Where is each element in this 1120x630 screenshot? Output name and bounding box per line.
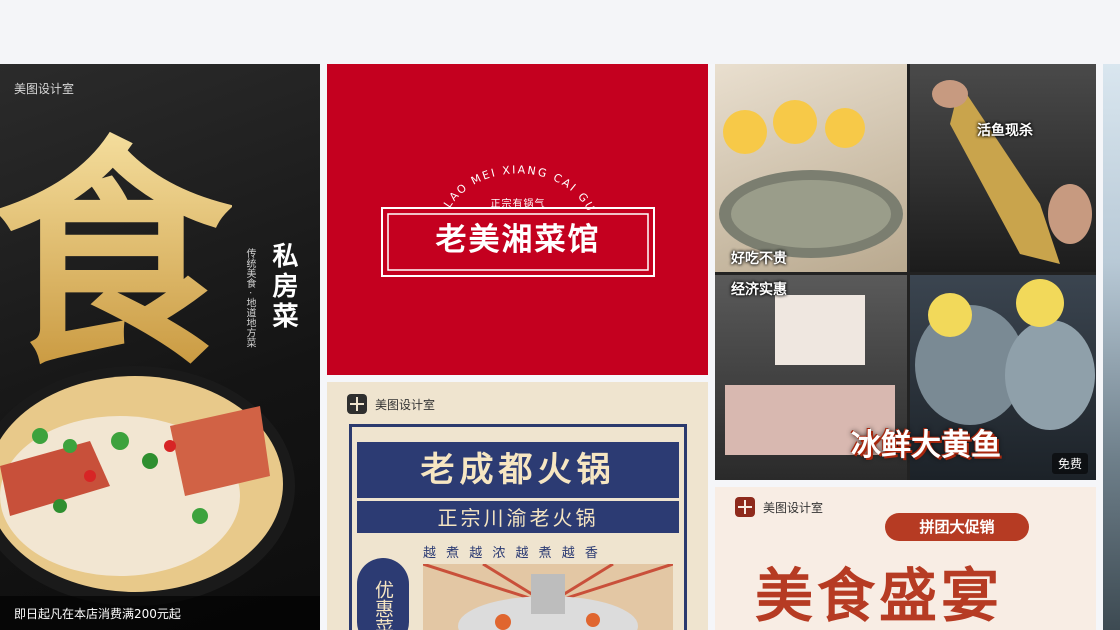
template-card-partial[interactable] [1103, 64, 1120, 630]
template-card-yellow-croaker[interactable]: 活鱼现杀 好吃不贵 经济实惠 冰鲜大黄鱼 免费 [715, 64, 1096, 480]
discount-oval: 优惠菜 [357, 558, 409, 630]
tag-economical: 经济实惠 [731, 282, 787, 298]
logo-subtitle: 正宗有锅气 [490, 199, 546, 210]
studio-row: 美图设计室 [347, 394, 435, 414]
free-badge: 免费 [1051, 453, 1088, 474]
studio-label: 美图设计室 [375, 397, 436, 412]
fish-bowl-image [0, 366, 295, 606]
hotpot-title: 老成都火锅 [357, 442, 679, 498]
tag-tasty-cheap: 好吃不贵 [731, 251, 787, 267]
vertical-slogan: 传统美食 · 地道地方菜 [244, 248, 255, 348]
fish-board-image [715, 64, 907, 272]
studio-logo-icon [735, 497, 755, 517]
restaurant-name: 老美湘菜馆 [435, 222, 601, 258]
svg-text:LAO MEI XIANG CAI GUAN: LAO MEI XIANG CAI GUAN [327, 64, 598, 215]
template-card-chengdu-hotpot[interactable]: 美图设计室 老成都火锅 正宗川渝老火锅 越 煮 越 浓 越 煮 越 香 优惠菜 [327, 382, 708, 630]
template-card-hunan-restaurant-logo[interactable]: LAO MEI XIANG CAI GUAN 正宗有锅气 老美湘菜馆 [327, 64, 708, 375]
studio-logo-icon [347, 394, 367, 414]
hotpot-phrase: 越 煮 越 浓 越 煮 越 香 [423, 546, 601, 561]
feast-title: 美食盛宴 [755, 562, 1004, 630]
hotpot-image [423, 564, 673, 630]
big-food-character: 食 [0, 115, 232, 390]
tag-fresh-kill: 活鱼现杀 [977, 123, 1033, 139]
top-bar [0, 0, 1120, 64]
promo-bottom-bar: 即日起凡在本店消费满200元起 [0, 596, 320, 630]
fish-hand-image [910, 64, 1096, 272]
yellow-croaker-title: 冰鲜大黄鱼 [851, 428, 1001, 463]
hotpot-subtitle: 正宗川渝老火锅 [357, 499, 679, 533]
vertical-title: 私房菜 [268, 242, 298, 332]
template-card-food-feast[interactable]: 美图设计室 拼团大促销 美食盛宴 [715, 487, 1096, 630]
studio-row: 美图设计室 [735, 497, 823, 517]
template-card-private-kitchen[interactable]: 美图设计室 食 传统美食 · 地道地方菜 私房菜 即日起凡在本店消费满200元起 [0, 64, 320, 630]
studio-label: 美图设计室 [763, 500, 824, 515]
group-buy-badge: 拼团大促销 [885, 513, 1029, 541]
